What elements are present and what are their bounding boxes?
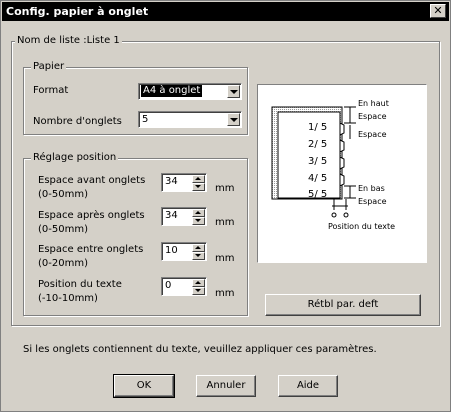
tab-preview-diagram — [271, 106, 356, 218]
spin-value: 34 — [165, 210, 178, 221]
ok-button[interactable]: OK — [113, 374, 175, 398]
list-name-label: Nom de liste :Liste 1 — [15, 35, 122, 46]
field-range: (0-50mm) — [38, 224, 88, 235]
bottom-space-label: Espace — [358, 197, 387, 206]
spin-up-icon[interactable] — [192, 175, 205, 183]
spin-down-icon[interactable] — [192, 183, 205, 191]
cancel-button[interactable]: Annuler — [196, 375, 256, 397]
field-label: Position du texte — [38, 279, 122, 290]
title-bar: Config. papier à onglet ✕ — [2, 2, 449, 21]
tabs-count-select[interactable]: 5 — [138, 111, 242, 128]
dialog-window: Config. papier à onglet ✕ Nom de liste :… — [0, 0, 451, 412]
paper-legend: Papier — [31, 61, 67, 72]
close-icon: ✕ — [433, 4, 443, 17]
preview-tab-label: 4/ 5 — [308, 173, 328, 184]
between-spacing-input[interactable]: 10 — [161, 242, 207, 261]
unit-label: mm — [215, 183, 235, 194]
spin-up-icon[interactable] — [192, 209, 205, 217]
spin-value: 10 — [165, 245, 178, 256]
format-label: Format — [33, 85, 69, 96]
window-title: Config. papier à onglet — [6, 5, 149, 18]
unit-label: mm — [215, 217, 235, 228]
spin-value: 0 — [165, 280, 172, 291]
bottom-margin-label: En bas — [358, 184, 385, 193]
format-value: A4 à onglet — [141, 85, 203, 97]
unit-label: mm — [215, 288, 235, 299]
spin-down-icon[interactable] — [192, 217, 205, 225]
spin-down-icon[interactable] — [192, 287, 205, 295]
field-label: Espace entre onglets — [38, 244, 144, 255]
chevron-down-icon[interactable] — [227, 85, 240, 98]
position-legend: Réglage position — [31, 152, 119, 163]
field-range: (0-50mm) — [38, 189, 88, 200]
spin-down-icon[interactable] — [192, 252, 205, 260]
between-space-label: Espace — [358, 130, 387, 139]
tabs-count-label: Nombre d'onglets — [33, 116, 122, 127]
tabs-count-value: 5 — [142, 114, 149, 125]
preview-tab-label: 3/ 5 — [308, 156, 328, 167]
spin-up-icon[interactable] — [192, 244, 205, 252]
top-margin-label: En haut — [358, 99, 389, 108]
chevron-down-icon[interactable] — [227, 113, 240, 126]
text-position-caption: Position du texte — [328, 222, 396, 231]
close-button[interactable]: ✕ — [430, 4, 446, 18]
info-text: Si les onglets contiennent du texte, veu… — [23, 344, 377, 355]
field-range: (0-20mm) — [38, 258, 88, 269]
reset-defaults-button[interactable]: Rétbl par. deft — [265, 294, 421, 316]
field-range: (-10-10mm) — [38, 293, 98, 304]
preview-tab-label: 1/ 5 — [308, 122, 328, 133]
preview-tab-label: 2/ 5 — [308, 139, 328, 150]
preview-tab-label: 5/ 5 — [308, 189, 328, 200]
tab-preview: 1/ 5 2/ 5 3/ 5 4/ 5 5/ 5 En haut Espace … — [257, 84, 427, 263]
back-spacing-input[interactable]: 34 — [161, 207, 207, 226]
top-space-label: Espace — [358, 112, 387, 121]
format-select[interactable]: A4 à onglet — [138, 83, 242, 100]
text-position-input[interactable]: 0 — [161, 277, 207, 296]
unit-label: mm — [215, 253, 235, 264]
help-button[interactable]: Aide — [278, 375, 338, 397]
spin-up-icon[interactable] — [192, 279, 205, 287]
spin-value: 34 — [165, 176, 178, 187]
field-label: Espace avant onglets — [38, 175, 146, 186]
field-label: Espace après onglets — [38, 210, 145, 221]
front-spacing-input[interactable]: 34 — [161, 173, 207, 192]
